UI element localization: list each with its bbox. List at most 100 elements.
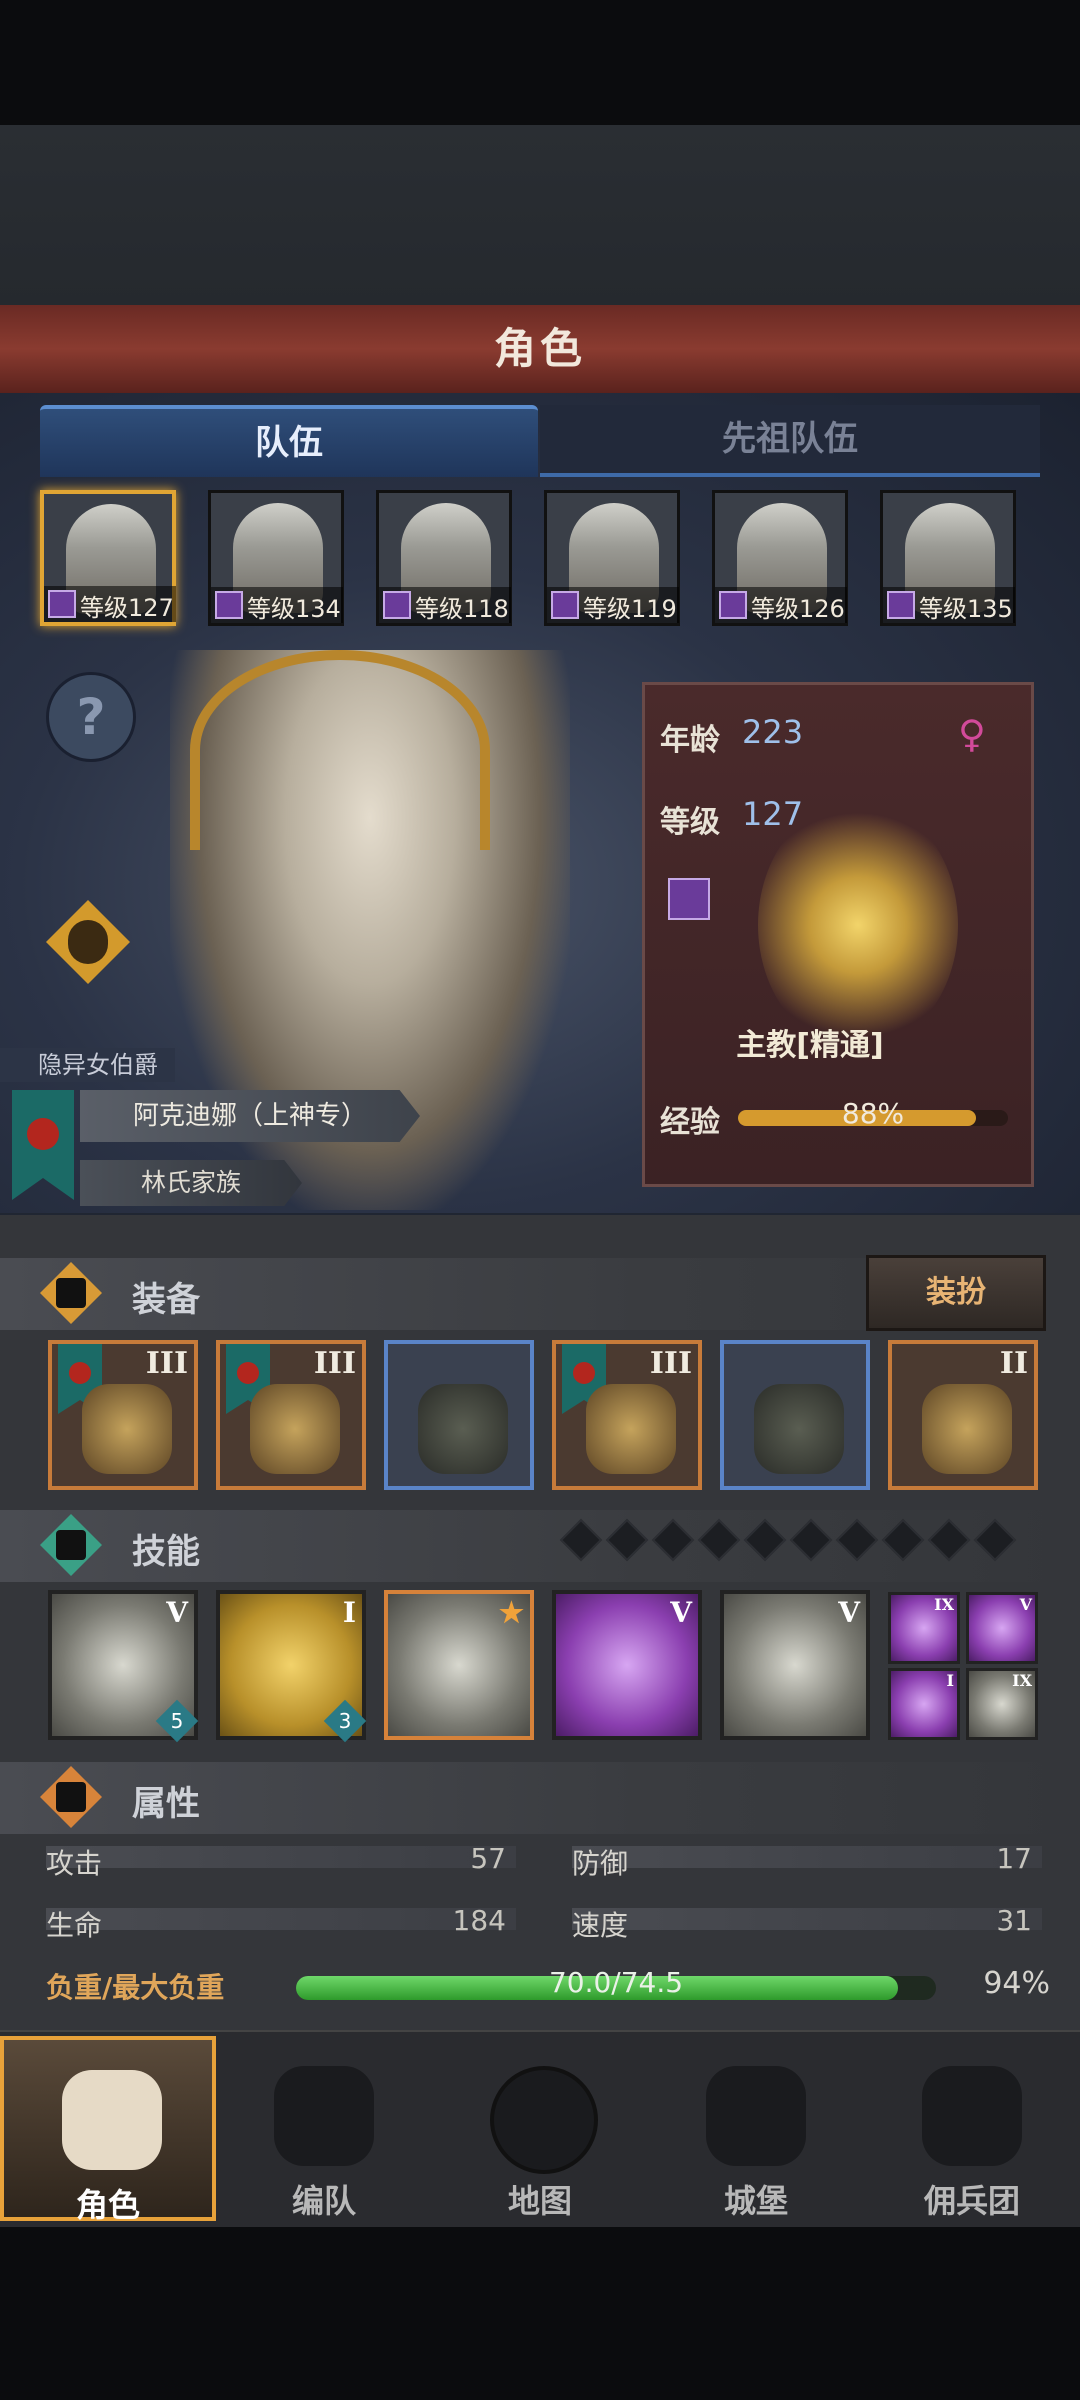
equipment-tier: III	[649, 1346, 692, 1381]
passive-skill-slot[interactable]: V	[966, 1592, 1038, 1664]
skill-slot[interactable]: V 5	[48, 1590, 199, 1743]
load-label: 负重/最大负重	[46, 1971, 225, 2004]
equipment-slot[interactable]	[720, 1340, 870, 1490]
passive-skill-slot[interactable]: IX	[888, 1592, 960, 1664]
skill-slot[interactable]: ★	[384, 1590, 534, 1740]
exp-value: 88%	[841, 1097, 905, 1130]
stat-label: 攻击	[46, 1847, 103, 1880]
roster-portrait[interactable]: 等级118	[376, 490, 512, 626]
roster-portrait[interactable]: 等级127	[40, 490, 176, 626]
nav-label: 城堡	[723, 2182, 788, 2220]
nav-item-castle[interactable]: 城堡	[648, 2036, 864, 2221]
class-art[interactable]	[758, 800, 958, 1050]
equipment-slot[interactable]: III	[552, 1340, 702, 1490]
skill-tier: I	[946, 1671, 954, 1690]
bat-amulet-icon	[922, 1384, 1012, 1474]
stat-label: 防御	[572, 1847, 629, 1880]
stat-value: 17	[996, 1842, 1032, 1875]
dress-up-button[interactable]: 装扮	[866, 1255, 1046, 1331]
compass-map-icon	[490, 2066, 598, 2174]
hero-family[interactable]: 林氏家族	[80, 1160, 302, 1206]
skill-tier: IX	[1012, 1671, 1032, 1690]
staff-class-icon	[668, 878, 710, 920]
nav-label: 角色	[75, 2186, 140, 2224]
skill-slot[interactable]: V	[720, 1590, 870, 1740]
roster-portrait[interactable]: 等级119	[544, 490, 680, 626]
roster-level: 等级127	[80, 594, 174, 622]
skill-tier: V	[838, 1596, 860, 1629]
passive-skill-slot[interactable]: IX	[966, 1668, 1038, 1740]
level-label: 等级	[660, 805, 720, 840]
tab-team[interactable]: 队伍	[40, 405, 538, 477]
equipment-slot[interactable]: III	[216, 1340, 366, 1490]
staff-class-icon	[383, 591, 411, 619]
skill-slot-dot	[973, 1518, 1017, 1562]
roster-level: 等级134	[247, 595, 341, 623]
skill-slot-dot	[559, 1518, 603, 1562]
skill-slot-indicators	[559, 1518, 1046, 1565]
skill-slot[interactable]: V	[552, 1590, 702, 1740]
equipment-slot[interactable]	[384, 1340, 534, 1490]
equipment-tier: II	[999, 1346, 1028, 1381]
stat-value: 31	[996, 1904, 1032, 1937]
load-value: 70.0/74.5	[548, 1966, 684, 1999]
stat-label: 生命	[46, 1909, 103, 1942]
passive-skill-slot[interactable]: I	[888, 1668, 960, 1740]
hood-icon	[418, 1384, 508, 1474]
hero-title: 隐异女伯爵	[0, 1048, 175, 1082]
nav-item-map[interactable]: 地图	[432, 2036, 648, 2221]
staff-class-icon	[887, 591, 915, 619]
skill-tier: V	[166, 1596, 188, 1629]
roster-level: 等级126	[751, 595, 845, 623]
skill-slot-dot	[789, 1518, 833, 1562]
tab-ancestor-team[interactable]: 先祖队伍	[540, 405, 1040, 477]
help-icon[interactable]: ?	[46, 672, 136, 762]
skill-slot-dot	[605, 1518, 649, 1562]
skill-slot-dot	[835, 1518, 879, 1562]
roster-portrait[interactable]: 等级134	[208, 490, 344, 626]
nav-item-character[interactable]: 角色	[0, 2036, 216, 2224]
exp-label: 经验	[660, 1105, 720, 1140]
nav-item-formation[interactable]: 编队	[216, 2036, 432, 2221]
staff-class-icon	[215, 591, 243, 619]
stat-value: 57	[470, 1842, 506, 1875]
page-title: 角色	[493, 324, 586, 373]
roster-portrait[interactable]: 等级135	[880, 490, 1016, 626]
stat-label: 速度	[572, 1909, 629, 1942]
staff-class-icon	[48, 590, 76, 618]
roster-level: 等级119	[583, 595, 677, 623]
skill-tier: I	[342, 1596, 356, 1629]
hero-name[interactable]: 阿克迪娜（上神专）	[80, 1090, 420, 1142]
skill-count: 3	[338, 1709, 352, 1733]
mercenary-icon	[922, 2066, 1022, 2166]
stat-value: 184	[452, 1904, 506, 1937]
age-value: 223	[742, 713, 804, 751]
skills-label: 技能	[132, 1532, 200, 1572]
castle-icon	[706, 2066, 806, 2166]
dragon-weapon-icon	[82, 1384, 172, 1474]
nav-label: 佣兵团	[923, 2182, 1020, 2220]
roster-level: 等级118	[415, 595, 509, 623]
roster-level: 等级135	[919, 595, 1013, 623]
armor-icon	[586, 1384, 676, 1474]
helmet-icon	[274, 2066, 374, 2166]
equipment-tier: III	[145, 1346, 188, 1381]
attributes-label: 属性	[132, 1784, 200, 1824]
skill-count: 5	[170, 1709, 184, 1733]
equipment-slot[interactable]: III	[48, 1340, 198, 1490]
female-icon: ♀	[958, 712, 986, 756]
skill-slot-dot	[651, 1518, 695, 1562]
staff-class-icon	[551, 591, 579, 619]
roster-portrait[interactable]: 等级126	[712, 490, 848, 626]
boots-icon	[754, 1384, 844, 1474]
equipment-slot[interactable]: II	[888, 1340, 1038, 1490]
equipment-tier: III	[313, 1346, 356, 1381]
skill-tier: V	[1019, 1595, 1032, 1614]
equipment-label: 装备	[132, 1280, 200, 1320]
skill-slot-dot	[743, 1518, 787, 1562]
title-bar: 角色	[0, 305, 1080, 396]
skill-slot[interactable]: I 3	[216, 1590, 367, 1743]
staff-class-icon	[719, 591, 747, 619]
nav-item-mercenary[interactable]: 佣兵团	[864, 2036, 1080, 2221]
knight-icon	[62, 2070, 162, 2170]
